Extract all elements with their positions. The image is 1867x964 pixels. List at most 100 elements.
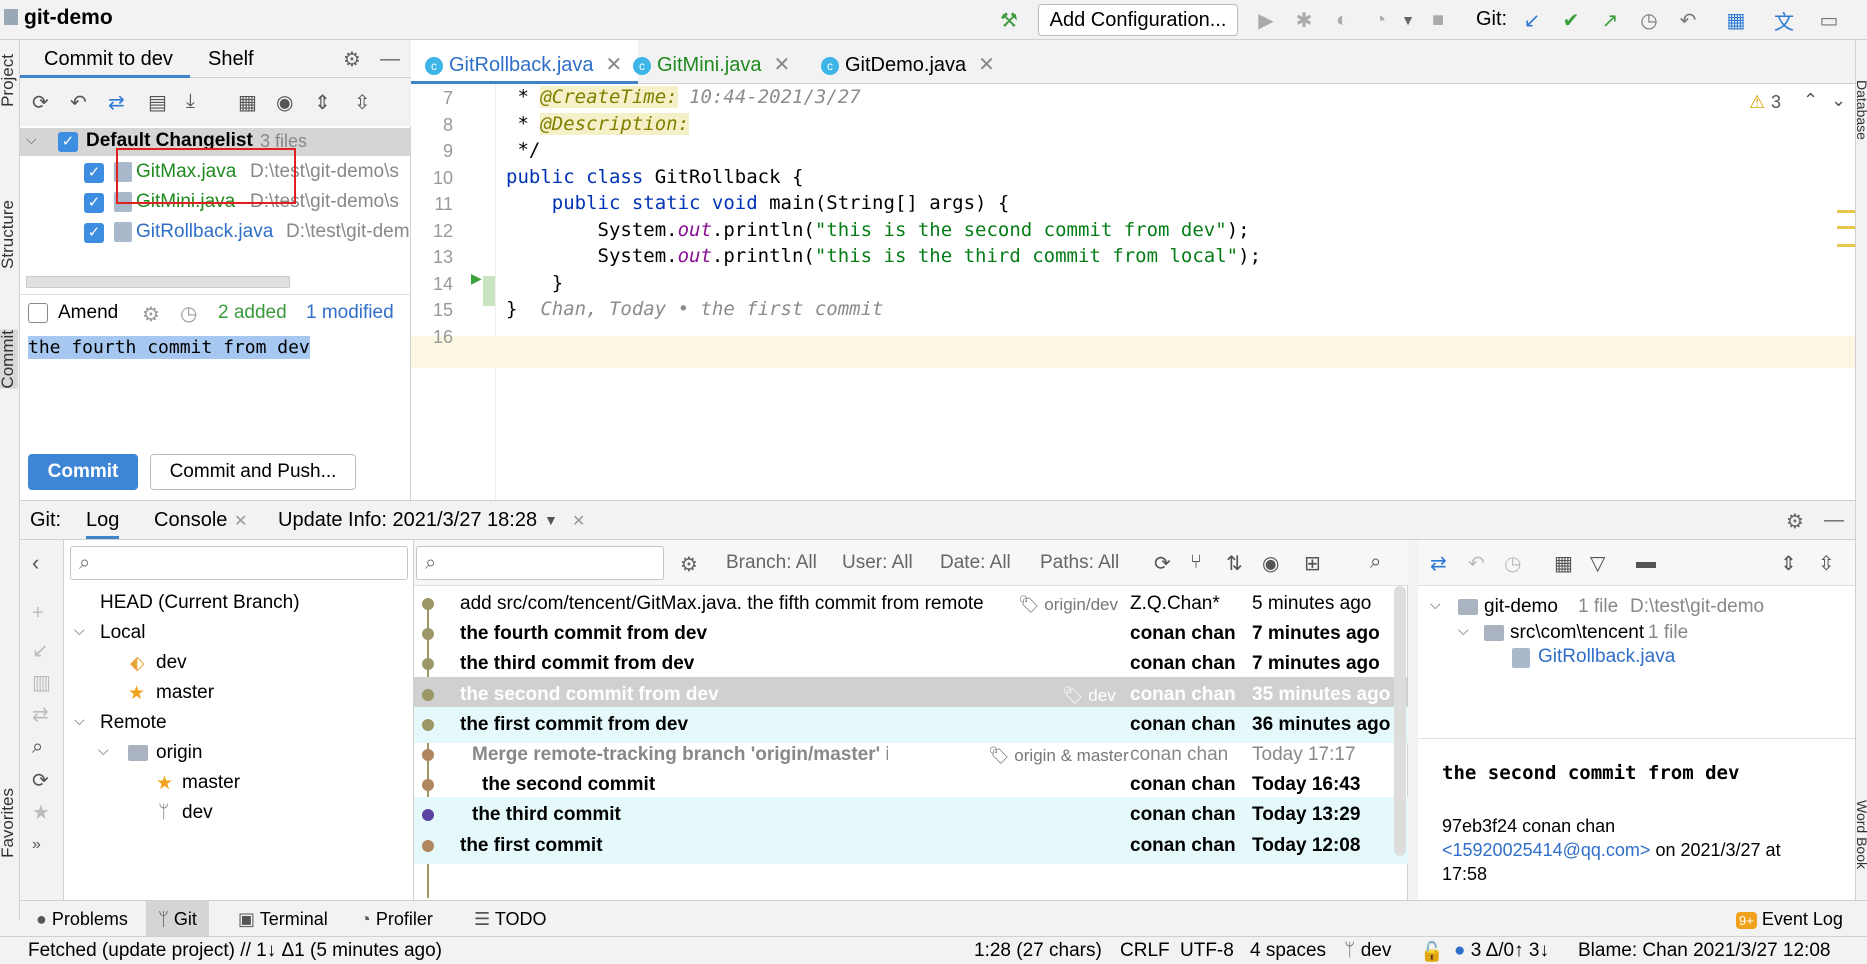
filter-date[interactable]: Date: All: [940, 552, 1011, 574]
group-by-icon[interactable]: ▦: [1554, 551, 1573, 576]
changed-file[interactable]: GitRollback.java: [1538, 646, 1675, 668]
chevron-down-icon[interactable]: ⌵: [1458, 622, 1469, 639]
eye-icon[interactable]: ◉: [276, 90, 293, 115]
refresh-icon[interactable]: ⟳: [1154, 551, 1171, 576]
eye-icon[interactable]: ◉: [1262, 551, 1279, 576]
chevron-down-icon[interactable]: ▼: [544, 512, 558, 528]
recent-messages-clock-icon[interactable]: ◷: [180, 301, 197, 326]
commit-tool-tab[interactable]: Commit: [0, 330, 18, 389]
minimize-icon[interactable]: —: [1824, 509, 1844, 532]
checkout-icon[interactable]: ↙: [32, 638, 49, 663]
shelve-icon[interactable]: ⤓: [186, 90, 195, 113]
history-icon[interactable]: ◷: [1504, 551, 1521, 576]
chevron-left-icon[interactable]: ‹: [32, 550, 39, 576]
sort-icon[interactable]: ⇅: [1226, 551, 1243, 576]
tab-profiler[interactable]: ◔ Profiler: [360, 909, 433, 930]
compare-icon[interactable]: ⇄: [32, 702, 49, 727]
table-row[interactable]: the first commit conan chan Today 12:08: [414, 827, 1408, 864]
favorite-star-icon[interactable]: ★: [32, 800, 50, 825]
more-icon[interactable]: »: [32, 836, 41, 854]
filter-branch[interactable]: Branch: All: [726, 552, 817, 574]
chevron-down-icon[interactable]: ▼: [1394, 6, 1422, 34]
lock-icon[interactable]: 🔓: [1420, 940, 1444, 964]
translate-icon[interactable]: 文: [1770, 6, 1798, 34]
filter-user[interactable]: User: All: [842, 552, 913, 574]
add-icon[interactable]: +: [32, 602, 44, 625]
tab-shelf[interactable]: Shelf: [208, 48, 254, 71]
tab-update-info[interactable]: Update Info: 2021/3/27 18:28: [278, 509, 537, 532]
close-icon[interactable]: ✕: [773, 54, 790, 76]
cherry-pick-icon[interactable]: ⑂: [1190, 551, 1202, 574]
file-row[interactable]: ✓ GitRollback.java D:\test\git-dem: [20, 218, 411, 248]
stop-icon[interactable]: ■: [1424, 6, 1452, 34]
commit-and-push-button[interactable]: Commit and Push...: [150, 454, 356, 490]
tab-todo[interactable]: ☰ TODO: [474, 909, 547, 930]
favorites-tool-tab[interactable]: Favorites: [0, 788, 18, 858]
search-icon[interactable]: ⌕: [1370, 551, 1381, 574]
settings-gear-icon[interactable]: ⚙: [1786, 509, 1804, 534]
tab-terminal[interactable]: ▣ Terminal: [238, 909, 328, 930]
file-checkbox[interactable]: ✓: [84, 193, 104, 213]
filter-paths[interactable]: Paths: All: [1040, 552, 1119, 574]
branch-search-input[interactable]: ⌕: [70, 546, 408, 580]
settings-gear-icon[interactable]: ⚙: [338, 45, 366, 73]
caret-position[interactable]: 1:28 (27 chars): [974, 940, 1102, 962]
chevron-down-icon[interactable]: ⌵: [74, 622, 85, 639]
refresh-icon[interactable]: ⟳: [32, 90, 49, 115]
layout-icon[interactable]: ▬: [1636, 551, 1656, 574]
debug-icon[interactable]: ✱: [1290, 6, 1318, 34]
close-icon[interactable]: ✕: [978, 54, 995, 76]
horizontal-scrollbar[interactable]: [26, 276, 290, 288]
commit-message-editor[interactable]: the fourth commit from dev: [20, 332, 411, 452]
log-search-input[interactable]: ⌕: [416, 546, 664, 580]
close-icon[interactable]: ✕: [572, 511, 585, 531]
run-gutter-icon[interactable]: ▶: [471, 270, 482, 287]
tab-git[interactable]: ᛘ Git: [146, 901, 209, 937]
diff-icon[interactable]: ⇄: [108, 90, 125, 115]
tab-gitrollback[interactable]: c GitRollback.java ✕: [411, 40, 639, 84]
project-structure-icon[interactable]: ▦: [1722, 6, 1750, 34]
minimize-icon[interactable]: —: [376, 45, 404, 73]
tab-problems[interactable]: ● Problems: [36, 909, 128, 930]
history-icon[interactable]: ◷: [1635, 6, 1663, 34]
code-editor[interactable]: 7 * @CreateTime: 10:44-2021/3/27 8 * @Des…: [411, 84, 1855, 500]
file-encoding[interactable]: UTF-8: [1180, 940, 1234, 962]
tab-commit[interactable]: Commit to dev: [20, 40, 190, 78]
collapse-all-icon[interactable]: ⇳: [354, 90, 371, 115]
author-email-link[interactable]: <15920025414@qq.com>: [1442, 840, 1650, 860]
file-checkbox[interactable]: ✓: [84, 163, 104, 183]
collapse-all-icon[interactable]: ⇳: [1818, 551, 1835, 576]
add-configuration-button[interactable]: Add Configuration...: [1038, 4, 1238, 36]
warning-icon[interactable]: ⚠: [1749, 92, 1765, 113]
diff-icon[interactable]: ⇄: [1430, 551, 1447, 576]
commit-button[interactable]: Commit: [28, 454, 138, 490]
tab-gitmini[interactable]: c GitMini.java ✕: [619, 40, 806, 84]
changes-folder[interactable]: src\com\tencent: [1510, 622, 1644, 644]
previous-highlight-icon[interactable]: ⌃: [1803, 90, 1818, 111]
changelist-icon[interactable]: ▤: [148, 90, 167, 115]
rollback-icon[interactable]: ↶: [70, 90, 87, 115]
vertical-scrollbar[interactable]: [1394, 586, 1406, 856]
next-highlight-icon[interactable]: ⌄: [1831, 90, 1846, 111]
local-node[interactable]: Local: [100, 622, 145, 644]
remote-branch-master[interactable]: master: [182, 772, 240, 794]
update-project-icon[interactable]: ↙: [1518, 6, 1546, 34]
tab-console[interactable]: Console: [154, 509, 227, 532]
blame-info[interactable]: Blame: Chan 2021/3/27 12:08: [1578, 940, 1830, 962]
rollback-icon[interactable]: ↶: [1468, 551, 1485, 576]
tab-gitdemo[interactable]: c GitDemo.java ✕: [807, 40, 1011, 84]
new-tab-icon[interactable]: ⊞: [1304, 551, 1321, 576]
group-by-icon[interactable]: ▦: [238, 90, 257, 115]
build-icon[interactable]: ⚒: [995, 6, 1023, 34]
remote-origin[interactable]: origin: [156, 742, 202, 764]
profile-icon[interactable]: ◔: [1366, 6, 1394, 34]
filter-icon[interactable]: ▽: [1590, 551, 1605, 576]
run-icon[interactable]: ▶: [1252, 6, 1280, 34]
delete-icon[interactable]: ▥: [32, 670, 51, 695]
current-branch[interactable]: ᛘ dev: [1344, 940, 1391, 962]
head-node[interactable]: HEAD (Current Branch): [100, 592, 300, 614]
branch-dev[interactable]: dev: [156, 652, 187, 674]
remote-branch-dev[interactable]: dev: [182, 802, 213, 824]
line-separator[interactable]: CRLF: [1120, 940, 1170, 962]
chevron-down-icon[interactable]: ⌵: [26, 131, 37, 148]
